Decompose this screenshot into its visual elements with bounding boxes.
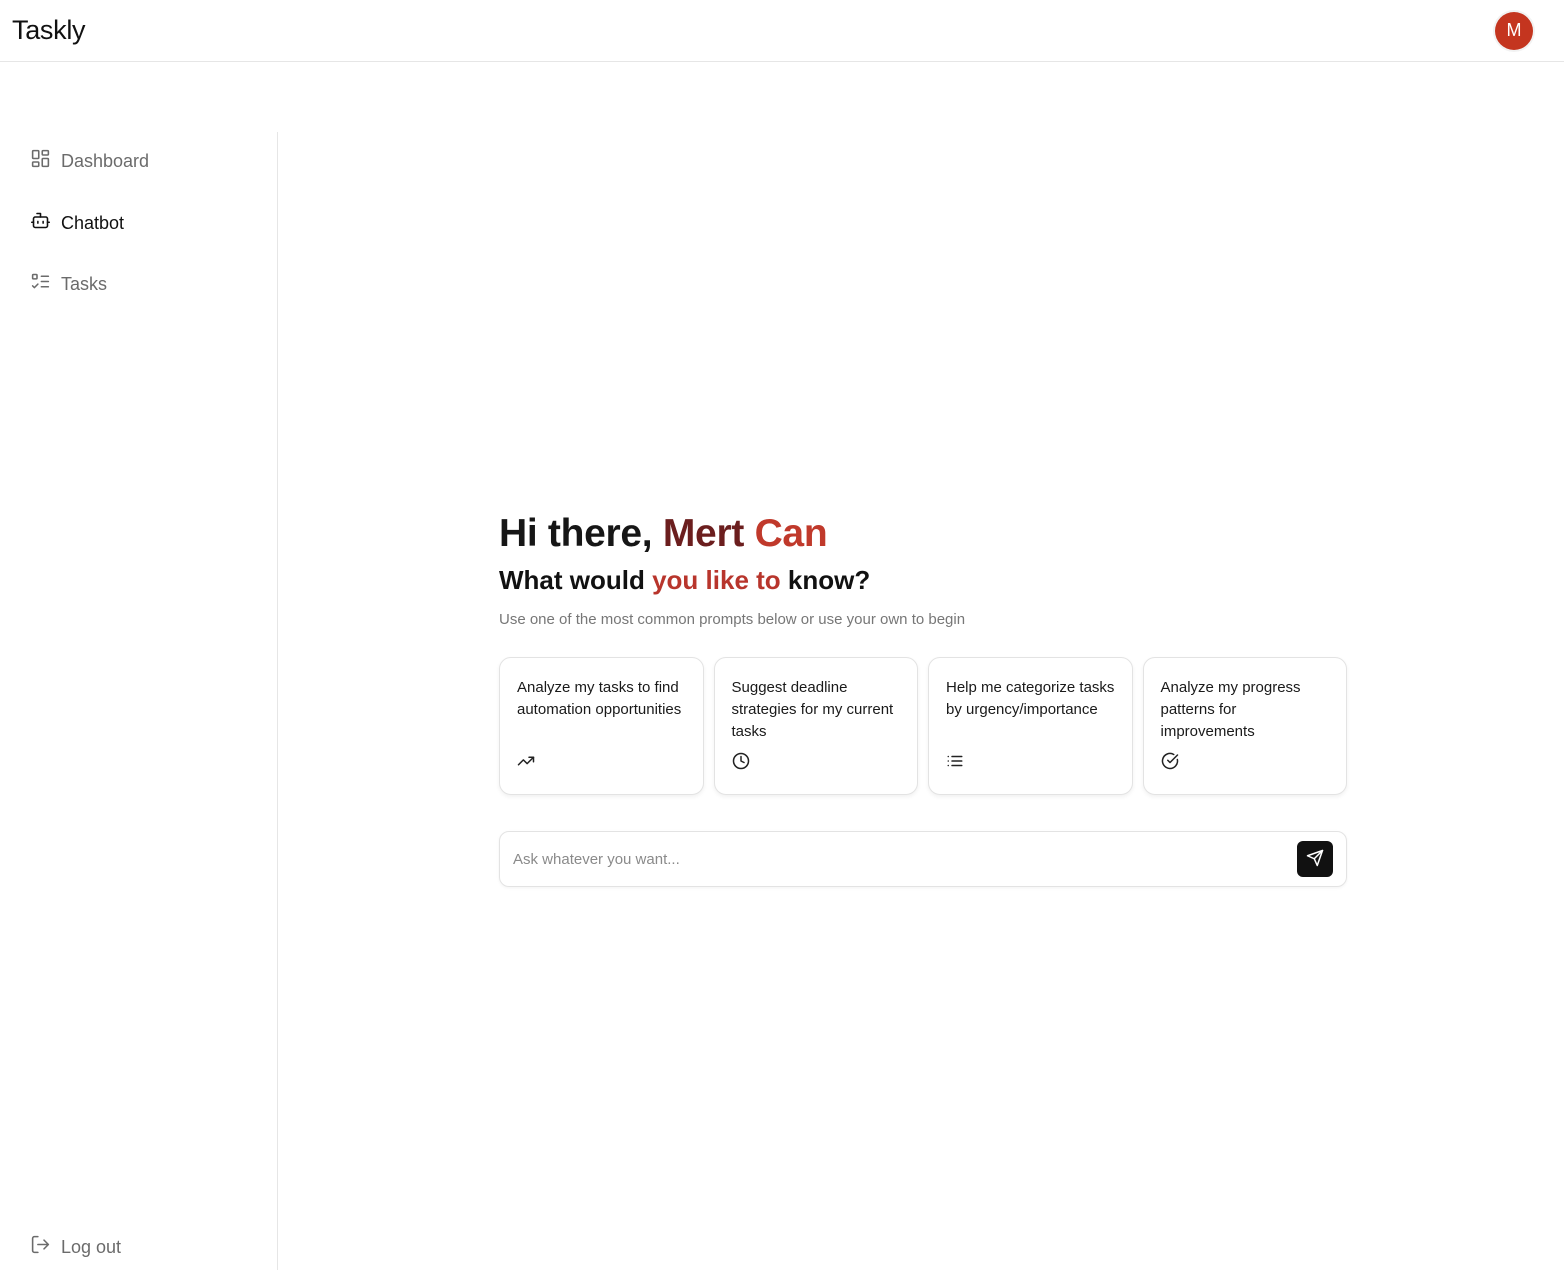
logout-icon: [30, 1234, 51, 1260]
prompt-card-text: Analyze my progress patterns for improve…: [1160, 679, 1301, 740]
send-button[interactable]: [1297, 841, 1333, 877]
prompt-card[interactable]: Help me categorize tasks by urgency/impo…: [928, 657, 1133, 795]
chat-input[interactable]: [513, 850, 1297, 868]
hint-text: Use one of the most common prompts below…: [499, 611, 966, 628]
trending-up-icon: [517, 752, 686, 775]
sidebar-item-label: Chatbot: [61, 212, 125, 233]
top-bar: Taskly M: [0, 0, 1564, 62]
sidebar-item-tasks[interactable]: Tasks: [30, 271, 107, 297]
question-heading: What would you like to know?: [499, 562, 1347, 598]
avatar[interactable]: M: [1495, 11, 1533, 50]
greeting-part-3: Can: [754, 512, 828, 555]
prompt-card-text: Suggest deadline strategies for my curre…: [731, 679, 894, 740]
clock-icon: [732, 752, 901, 775]
prompt-cards: Analyze my tasks to find automation oppo…: [499, 657, 1347, 795]
list-icon: [946, 752, 1115, 775]
sidebar: Dashboard Chatbot Tasks Log out: [0, 132, 278, 1270]
prompt-card[interactable]: Analyze my progress patterns for improve…: [1142, 657, 1347, 795]
sidebar-item-label: Tasks: [61, 273, 108, 294]
question-part-1: What would: [499, 565, 653, 595]
send-icon: [1306, 849, 1324, 870]
check-circle-icon: [1161, 752, 1330, 775]
greeting-part-1: Hi there,: [499, 512, 663, 555]
logout-button[interactable]: Log out: [30, 1234, 121, 1260]
prompt-card[interactable]: Suggest deadline strategies for my curre…: [713, 657, 918, 795]
sidebar-item-dashboard[interactable]: Dashboard: [30, 148, 149, 174]
chat-input-box: [499, 831, 1347, 887]
dashboard-grid-icon: [30, 148, 51, 174]
greeting-part-2: Mert: [662, 512, 755, 555]
checklist-icon: [30, 271, 51, 297]
brand-logo[interactable]: Taskly: [12, 15, 86, 46]
prompt-card[interactable]: Analyze my tasks to find automation oppo…: [499, 657, 704, 795]
prompt-card-text: Analyze my tasks to find automation oppo…: [517, 679, 682, 718]
logout-label: Log out: [61, 1236, 122, 1257]
prompt-card-text: Help me categorize tasks by urgency/impo…: [946, 679, 1115, 718]
question-part-3: know?: [780, 565, 871, 595]
question-part-2: you like to: [652, 565, 781, 595]
chat-welcome: Hi there, Mert Can What would you like t…: [499, 510, 1347, 887]
greeting-heading: Hi there, Mert Can: [499, 510, 1347, 558]
sidebar-item-label: Dashboard: [61, 150, 150, 171]
bot-icon: [30, 210, 51, 236]
sidebar-item-chatbot[interactable]: Chatbot: [30, 210, 124, 236]
